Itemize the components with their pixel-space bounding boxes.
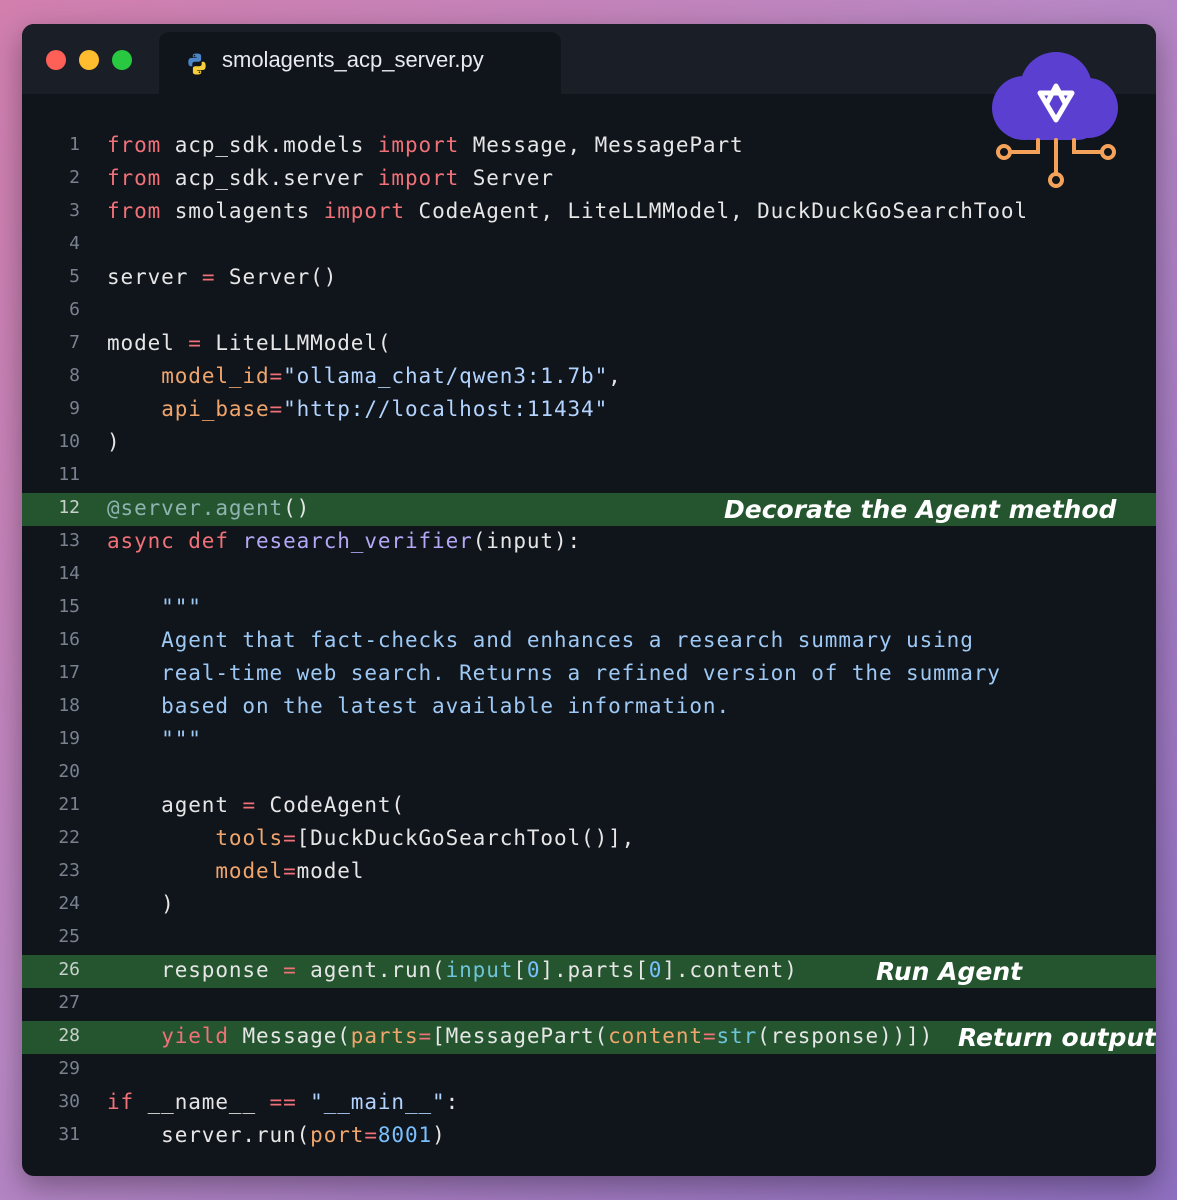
- code-line[interactable]: 13 async def research_verifier(input):: [22, 526, 1156, 559]
- line-number: 31: [58, 1124, 80, 1145]
- code-line[interactable]: 27: [22, 988, 1156, 1021]
- code-line[interactable]: 8 model_id="ollama_chat/qwen3:1.7b",: [22, 361, 1156, 394]
- line-number: 24: [58, 893, 80, 914]
- line-number: 13: [58, 530, 80, 551]
- line-number: 17: [58, 662, 80, 683]
- line-number: 1: [69, 134, 80, 155]
- editor-window: smolagents_acp_server.py 1 from acp_sdk.m…: [22, 24, 1156, 1176]
- line-number: 6: [69, 299, 80, 320]
- annotation-label: Decorate the Agent method: [724, 495, 1117, 524]
- code-line[interactable]: 16 Agent that fact-checks and enhances a…: [22, 625, 1156, 658]
- code-line[interactable]: 31 server.run(port=8001): [22, 1120, 1156, 1153]
- minimize-window-button[interactable]: [79, 50, 99, 70]
- code-text: from acp_sdk.models import Message, Mess…: [107, 133, 744, 157]
- code-line[interactable]: 21 agent = CodeAgent(: [22, 790, 1156, 823]
- line-number: 3: [69, 200, 80, 221]
- code-text: """: [107, 595, 202, 619]
- code-line[interactable]: 10): [22, 427, 1156, 460]
- code-text: model=model: [215, 859, 365, 883]
- code-text: Agent that fact-checks and enhances a re…: [107, 628, 974, 652]
- code-text: api_base="http://localhost:11434": [161, 397, 609, 421]
- code-line[interactable]: 23 model=model: [22, 856, 1156, 889]
- code-line[interactable]: 3 from smolagents import CodeAgent, LiteL…: [22, 196, 1156, 229]
- code-line[interactable]: 24 ): [22, 889, 1156, 922]
- code-text: yield Message(parts=[MessagePart(content…: [161, 1024, 934, 1048]
- file-tab-label: smolagents_acp_server.py: [222, 47, 484, 72]
- line-number: 15: [58, 596, 80, 617]
- code-text: tools=[DuckDuckGoSearchTool()],: [215, 826, 636, 850]
- code-line[interactable]: 25: [22, 922, 1156, 955]
- code-line[interactable]: 15 """: [22, 592, 1156, 625]
- code-text: ): [107, 892, 175, 916]
- code-text: server = Server(): [107, 265, 338, 289]
- line-number: 30: [58, 1091, 80, 1112]
- code-text: response = agent.run(input[0].parts[0].c…: [107, 958, 798, 982]
- code-text: real-time web search. Returns a refined …: [107, 661, 1001, 685]
- code-line[interactable]: 26 response = agent.run(input[0].parts[0…: [22, 955, 1156, 988]
- line-number: 22: [58, 827, 80, 848]
- code-line[interactable]: 22 tools=[DuckDuckGoSearchTool()],: [22, 823, 1156, 856]
- line-number: 27: [58, 992, 80, 1013]
- code-line[interactable]: 19 """: [22, 724, 1156, 757]
- line-number: 26: [58, 959, 80, 980]
- line-number: 2: [69, 167, 80, 188]
- code-text: ): [107, 430, 121, 454]
- code-line[interactable]: 20: [22, 757, 1156, 790]
- close-window-button[interactable]: [46, 50, 66, 70]
- line-number: 16: [58, 629, 80, 650]
- code-line[interactable]: 12 @server.agent() Decorate the Agent meth…: [22, 493, 1156, 526]
- line-number: 12: [58, 497, 80, 518]
- line-number: 19: [58, 728, 80, 749]
- line-number: 25: [58, 926, 80, 947]
- line-number: 20: [58, 761, 80, 782]
- code-text: if __name__ == "__main__":: [107, 1090, 460, 1114]
- code-text: agent = CodeAgent(: [107, 793, 405, 817]
- code-line[interactable]: 4: [22, 229, 1156, 262]
- code-line[interactable]: 29: [22, 1054, 1156, 1087]
- code-line[interactable]: 11: [22, 460, 1156, 493]
- code-text: server.run(port=8001): [107, 1123, 446, 1147]
- code-line[interactable]: 5 server = Server(): [22, 262, 1156, 295]
- line-number: 8: [69, 365, 80, 386]
- code-text: model_id="ollama_chat/qwen3:1.7b",: [161, 364, 622, 388]
- code-line[interactable]: 17 real-time web search. Returns a refin…: [22, 658, 1156, 691]
- code-text: based on the latest available informatio…: [107, 694, 730, 718]
- code-line[interactable]: 6: [22, 295, 1156, 328]
- line-number: 14: [58, 563, 80, 584]
- code-text: async def research_verifier(input):: [107, 529, 582, 553]
- python-icon: [188, 53, 206, 75]
- line-number: 29: [58, 1058, 80, 1079]
- line-number: 4: [69, 233, 80, 254]
- annotation-label: Return output: [958, 1023, 1156, 1052]
- code-line[interactable]: 14: [22, 559, 1156, 592]
- code-line[interactable]: 2 from acp_sdk.server import Server: [22, 163, 1156, 196]
- line-number: 11: [58, 464, 80, 485]
- line-number: 7: [69, 332, 80, 353]
- line-number: 23: [58, 860, 80, 881]
- code-line[interactable]: 9 api_base="http://localhost:11434": [22, 394, 1156, 427]
- line-number: 5: [69, 266, 80, 287]
- code-line[interactable]: 1 from acp_sdk.models import Message, Mes…: [22, 130, 1156, 163]
- code-line[interactable]: 28 yield Message(parts=[MessagePart(cont…: [22, 1021, 1156, 1054]
- code-line[interactable]: 30 if __name__ == "__main__":: [22, 1087, 1156, 1120]
- code-text: model = LiteLLMModel(: [107, 331, 392, 355]
- line-number: 21: [58, 794, 80, 815]
- annotation-label: Run Agent: [876, 957, 1023, 986]
- code-line[interactable]: 7 model = LiteLLMModel(: [22, 328, 1156, 361]
- code-text: """: [107, 727, 202, 751]
- line-number: 9: [69, 398, 80, 419]
- code-text: from acp_sdk.server import Server: [107, 166, 554, 190]
- line-number: 10: [58, 431, 80, 452]
- code-text: from smolagents import CodeAgent, LiteLL…: [107, 199, 1028, 223]
- code-text: @server.agent(): [107, 496, 311, 520]
- file-tab[interactable]: smolagents_acp_server.py: [159, 32, 561, 94]
- line-number: 28: [58, 1025, 80, 1046]
- code-line[interactable]: 18 based on the latest available informa…: [22, 691, 1156, 724]
- line-number: 18: [58, 695, 80, 716]
- maximize-window-button[interactable]: [112, 50, 132, 70]
